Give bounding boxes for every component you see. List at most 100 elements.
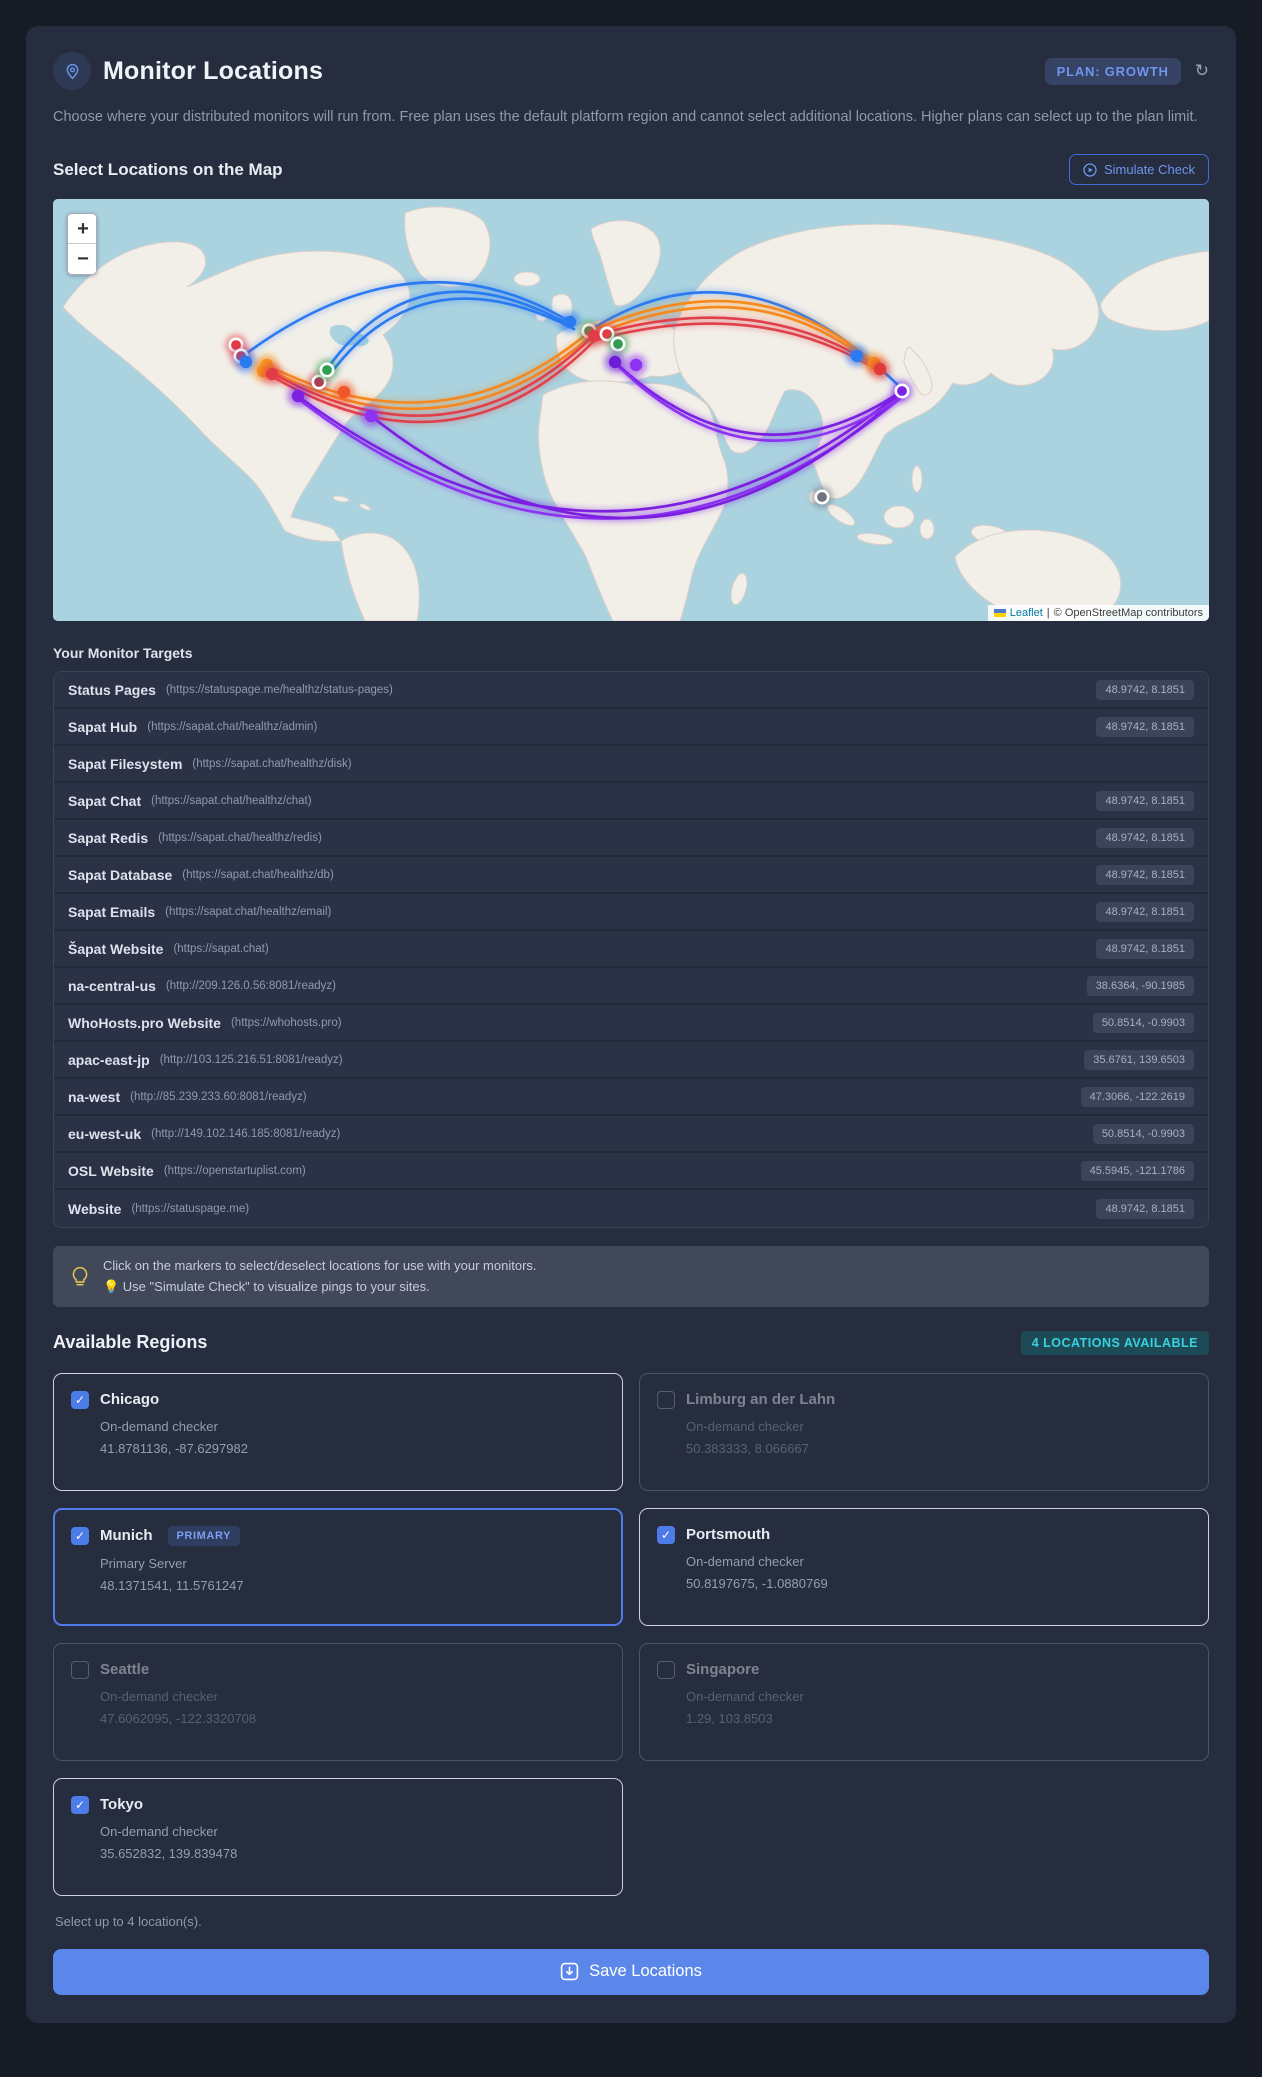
regions-heading: Available Regions	[53, 1332, 208, 1353]
locations-available-badge: 4 LOCATIONS AVAILABLE	[1020, 1330, 1209, 1355]
refresh-icon[interactable]: ↻	[1195, 61, 1209, 81]
region-checkbox[interactable]	[657, 1390, 675, 1409]
region-coords: 47.6062095, -122.3320708	[100, 1710, 257, 1726]
target-coords-badge: 48.9742, 8.1851	[1096, 864, 1194, 885]
target-url: (https://sapat.chat/healthz/db)	[182, 868, 334, 881]
target-coords-badge: 45.5945, -121.1786	[1080, 1160, 1194, 1181]
region-coords: 1.29, 103.8503	[686, 1710, 773, 1726]
target-row: Sapat Chat (https://sapat.chat/healthz/ch…	[54, 783, 1208, 821]
region-card-singapore[interactable]: Singapore On-demand checker 1.29, 103.8503	[639, 1642, 1209, 1761]
target-row: Status Pages (https://statuspage.me/healt…	[54, 672, 1208, 710]
location-pin-icon	[53, 52, 91, 90]
region-coords: 41.8781136, -87.6297982	[100, 1440, 248, 1456]
region-checkbox[interactable]	[657, 1660, 675, 1679]
map-marker[interactable]	[873, 363, 887, 376]
region-card-seattle[interactable]: Seattle On-demand checker 47.6062095, -122…	[53, 1642, 623, 1761]
region-card-tokyo[interactable]: ✓ Tokyo On-demand checker 35.652832, 139.83…	[53, 1777, 623, 1896]
target-coords-badge: 48.9742, 8.1851	[1096, 901, 1194, 922]
map-marker[interactable]	[239, 356, 253, 369]
region-type: On-demand checker	[686, 1553, 804, 1569]
region-checkbox[interactable]: ✓	[71, 1390, 89, 1409]
region-coords: 48.1371541, 11.5761247	[100, 1577, 244, 1593]
target-url: (http://85.239.233.60:8081/readyz)	[130, 1090, 307, 1103]
target-row: Sapat Redis (https://sapat.chat/healthz/r…	[54, 820, 1208, 858]
target-name: Sapat Database	[68, 866, 173, 883]
header: Monitor Locations PLAN: GROWTH ↻	[53, 52, 1209, 90]
map-marker[interactable]	[563, 316, 577, 329]
map-zoom-out-button[interactable]: −	[68, 244, 96, 275]
target-url: (http://209.126.0.56:8081/readyz)	[165, 979, 336, 992]
map-marker[interactable]	[814, 489, 830, 505]
target-name: na-west	[68, 1088, 121, 1105]
target-name: WhoHosts.pro Website	[68, 1014, 221, 1031]
target-row: Šapat Website (https://sapat.chat) 48.9742…	[54, 931, 1208, 969]
target-name: apac-east-jp	[68, 1051, 150, 1068]
target-url: (https://openstartuplist.com)	[163, 1164, 306, 1177]
map-marker[interactable]	[850, 350, 864, 363]
target-row: Sapat Hub (https://sapat.chat/healthz/adm…	[54, 709, 1208, 747]
primary-badge: PRIMARY	[167, 1525, 241, 1546]
target-url: (https://sapat.chat/healthz/email)	[165, 905, 332, 918]
target-coords-badge: 48.9742, 8.1851	[1096, 827, 1194, 848]
lightbulb-icon	[72, 1266, 88, 1286]
world-map[interactable]: + − Leaflet | © OpenStreetMap contributo…	[53, 199, 1209, 622]
region-name: Munich	[100, 1527, 153, 1545]
ukraine-flag-icon	[993, 609, 1006, 618]
region-type: On-demand checker	[686, 1418, 804, 1434]
target-row: Website (https://statuspage.me) 48.9742, 8…	[54, 1190, 1208, 1228]
target-coords-badge: 35.6761, 139.6503	[1084, 1049, 1194, 1070]
region-checkbox[interactable]: ✓	[657, 1525, 675, 1544]
region-type: On-demand checker	[100, 1418, 218, 1434]
region-coords: 35.652832, 139.839478	[100, 1845, 238, 1861]
map-marker[interactable]	[319, 362, 335, 378]
region-checkbox[interactable]: ✓	[71, 1526, 89, 1545]
save-locations-button[interactable]: Save Locations	[53, 1948, 1209, 1995]
map-attribution: Leaflet | © OpenStreetMap contributors	[987, 605, 1209, 622]
map-marker[interactable]	[894, 383, 910, 399]
osm-attribution[interactable]: © OpenStreetMap contributors	[1054, 607, 1203, 619]
description: Choose where your distributed monitors w…	[53, 109, 1198, 125]
region-name: Singapore	[686, 1661, 760, 1679]
region-card-limburg-an-der-lahn[interactable]: Limburg an der Lahn On-demand checker 50.3…	[639, 1372, 1209, 1491]
monitor-locations-panel: Monitor Locations PLAN: GROWTH ↻ Choose …	[26, 26, 1236, 2023]
target-name: Sapat Hub	[68, 718, 138, 735]
region-type: Primary Server	[100, 1555, 187, 1571]
simulate-check-button[interactable]: Simulate Check	[1068, 154, 1209, 186]
map-marker[interactable]	[291, 390, 305, 403]
region-name: Tokyo	[100, 1796, 144, 1814]
target-row: Sapat Emails (https://sapat.chat/healthz/…	[54, 894, 1208, 932]
target-url: (https://sapat.chat/healthz/chat)	[151, 794, 312, 807]
region-checkbox[interactable]	[71, 1660, 89, 1679]
map-marker[interactable]	[608, 356, 622, 369]
limit-note: Select up to 4 location(s).	[55, 1913, 202, 1929]
target-name: eu-west-uk	[68, 1125, 142, 1142]
map-marker[interactable]	[610, 336, 626, 352]
target-url: (http://103.125.216.51:8081/readyz)	[159, 1053, 343, 1066]
region-type: On-demand checker	[100, 1688, 218, 1704]
target-coords-badge: 48.9742, 8.1851	[1096, 716, 1194, 737]
map-zoom-in-button[interactable]: +	[68, 214, 96, 245]
region-card-munich[interactable]: ✓ Munich PRIMARY Primary Server 48.1371541, …	[53, 1507, 623, 1626]
map-zoom-control: + −	[67, 213, 97, 276]
map-marker[interactable]	[364, 410, 378, 423]
leaflet-link[interactable]: Leaflet	[1010, 607, 1043, 619]
region-type: On-demand checker	[686, 1688, 804, 1704]
map-section-heading: Select Locations on the Map	[53, 159, 283, 179]
map-marker[interactable]	[629, 359, 643, 372]
region-name: Portsmouth	[686, 1526, 771, 1544]
map-marker[interactable]	[265, 368, 279, 381]
target-coords-badge: 47.3066, -122.2619	[1080, 1086, 1194, 1107]
region-card-chicago[interactable]: ✓ Chicago On-demand checker 41.8781136, -87…	[53, 1372, 623, 1491]
targets-heading: Your Monitor Targets	[53, 645, 193, 662]
tip-line-2: 💡 Use "Simulate Check" to visualize ping…	[103, 1278, 430, 1294]
map-marker[interactable]	[337, 386, 351, 399]
target-name: Sapat Chat	[68, 792, 142, 809]
region-type: On-demand checker	[100, 1823, 218, 1839]
plan-badge: PLAN: GROWTH	[1044, 57, 1181, 85]
target-name: Status Pages	[68, 681, 156, 698]
region-checkbox[interactable]: ✓	[71, 1795, 89, 1814]
region-coords: 50.383333, 8.066667	[686, 1440, 809, 1456]
region-card-portsmouth[interactable]: ✓ Portsmouth On-demand checker 50.8197675, …	[639, 1507, 1209, 1626]
target-name: Sapat Emails	[68, 903, 156, 920]
target-row: apac-east-jp (http://103.125.216.51:8081/…	[54, 1042, 1208, 1080]
